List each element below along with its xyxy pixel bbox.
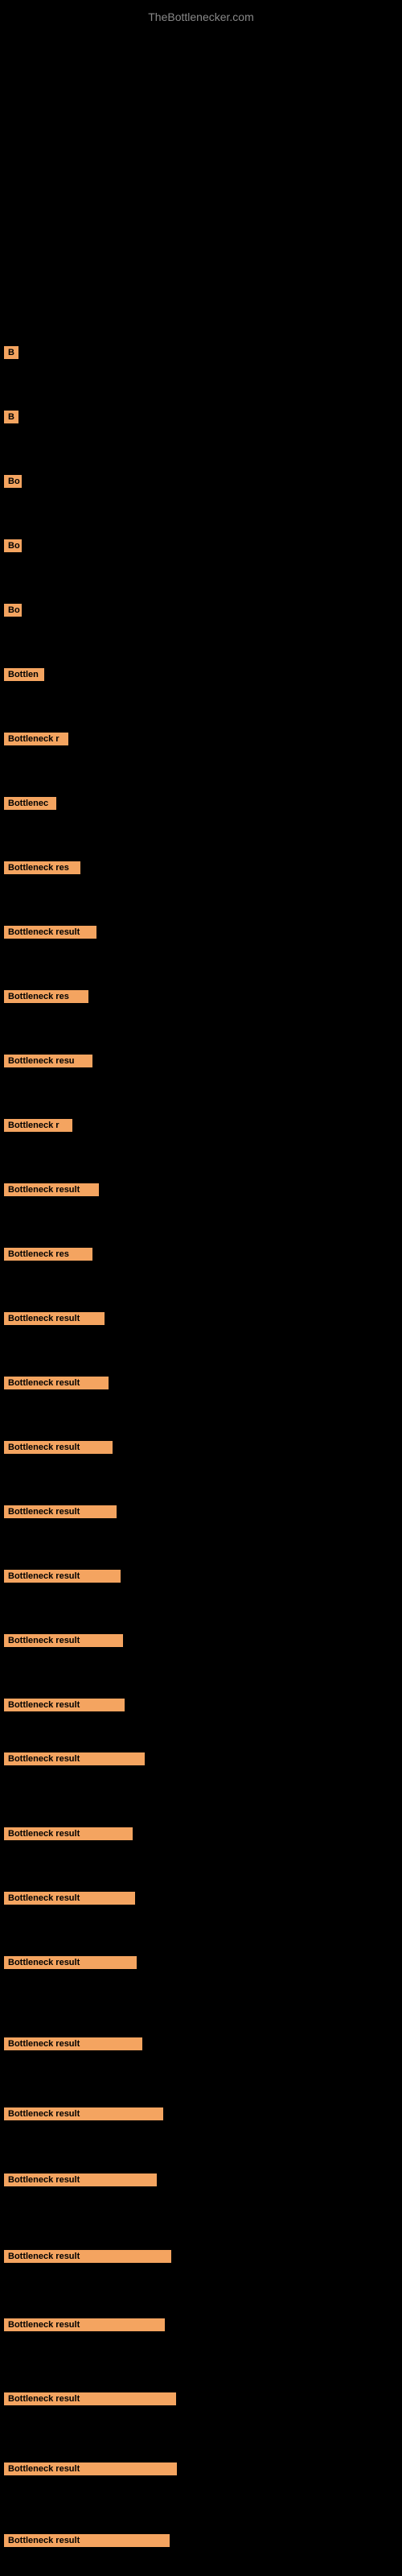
bottleneck-result-label-31: Bottleneck result [4,2318,165,2331]
bottleneck-result-label-3: Bo [4,475,22,488]
bottleneck-result-label-28: Bottleneck result [4,2107,163,2120]
bottleneck-result-label-19: Bottleneck result [4,1505,117,1518]
bottleneck-result-label-20: Bottleneck result [4,1570,121,1583]
bottleneck-result-label-7: Bottleneck r [4,733,68,745]
bottleneck-result-label-33: Bottleneck result [4,2462,177,2475]
bottleneck-result-label-32: Bottleneck result [4,2392,176,2405]
bottleneck-result-label-17: Bottleneck result [4,1377,109,1389]
bottleneck-result-label-4: Bo [4,539,22,552]
site-title: TheBottlenecker.com [0,4,402,30]
bottleneck-result-label-18: Bottleneck result [4,1441,113,1454]
bottleneck-result-label-15: Bottleneck res [4,1248,92,1261]
bottleneck-result-label-1: B [4,346,18,359]
bottleneck-result-label-5: Bo [4,604,22,617]
bottleneck-result-label-27: Bottleneck result [4,2037,142,2050]
bottleneck-result-label-16: Bottleneck result [4,1312,105,1325]
bottleneck-result-label-6: Bottlen [4,668,44,681]
bottleneck-result-label-23: Bottleneck result [4,1752,145,1765]
bottleneck-result-label-24: Bottleneck result [4,1827,133,1840]
bottleneck-result-label-13: Bottleneck r [4,1119,72,1132]
bottleneck-result-label-22: Bottleneck result [4,1699,125,1711]
bottleneck-result-label-11: Bottleneck res [4,990,88,1003]
bottleneck-result-label-29: Bottleneck result [4,2174,157,2186]
bottleneck-result-label-21: Bottleneck result [4,1634,123,1647]
bottleneck-result-label-30: Bottleneck result [4,2250,171,2263]
bottleneck-result-label-8: Bottlenec [4,797,56,810]
bottleneck-result-label-9: Bottleneck res [4,861,80,874]
bottleneck-result-label-10: Bottleneck result [4,926,96,939]
bottleneck-result-label-14: Bottleneck result [4,1183,99,1196]
bottleneck-result-label-12: Bottleneck resu [4,1055,92,1067]
bottleneck-result-label-34: Bottleneck result [4,2534,170,2547]
bottleneck-result-label-26: Bottleneck result [4,1956,137,1969]
bottleneck-result-label-2: B [4,411,18,423]
bottleneck-result-label-25: Bottleneck result [4,1892,135,1905]
